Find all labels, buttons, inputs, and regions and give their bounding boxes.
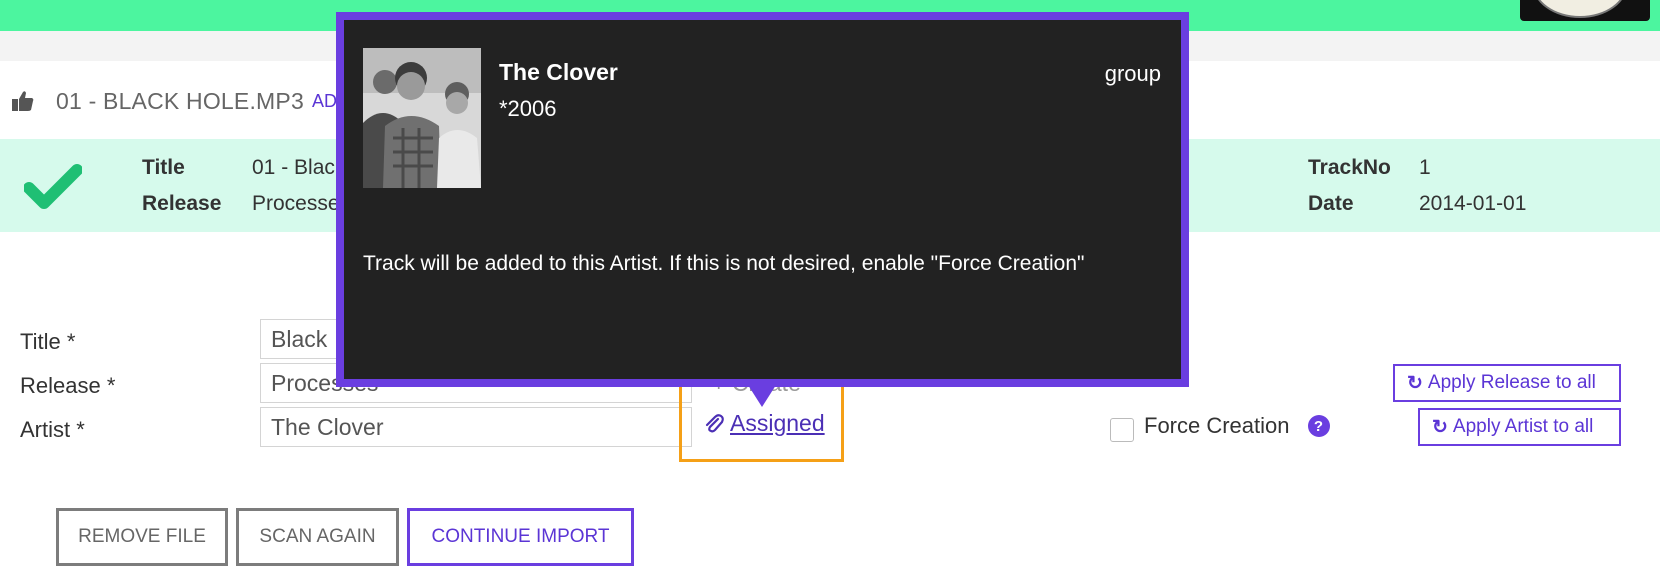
vinyl-logo[interactable] bbox=[1520, 0, 1650, 21]
file-header: 01 - BLACK HOLE.MP3 ADM bbox=[10, 86, 352, 116]
apply-artist-button[interactable]: ↻ Apply Artist to all bbox=[1418, 408, 1621, 446]
popover-artist-name: The Clover bbox=[499, 59, 618, 85]
remove-file-button[interactable]: REMOVE FILE bbox=[56, 508, 228, 566]
title-field-label: Title * bbox=[20, 329, 76, 354]
meta-release-label: Release bbox=[142, 192, 222, 215]
popover-arrow bbox=[748, 385, 776, 407]
check-icon bbox=[24, 164, 82, 209]
force-creation-label: Force Creation bbox=[1144, 413, 1290, 438]
artist-photo bbox=[363, 48, 481, 188]
meta-date-label: Date bbox=[1308, 192, 1354, 215]
artist-input[interactable] bbox=[260, 407, 692, 447]
popover-artist-years: *2006 bbox=[499, 96, 557, 121]
force-creation-checkbox[interactable] bbox=[1110, 418, 1134, 442]
meta-trackno-value: 1 bbox=[1419, 156, 1431, 179]
meta-release-value: Processe bbox=[252, 192, 340, 215]
popover-message: Track will be added to this Artist. If t… bbox=[363, 252, 1085, 275]
meta-title-value: 01 - Blac bbox=[252, 156, 335, 179]
thumbs-up-icon bbox=[12, 91, 34, 111]
artist-field-label: Artist * bbox=[20, 417, 85, 442]
refresh-icon: ↻ bbox=[1432, 416, 1448, 438]
refresh-icon: ↻ bbox=[1407, 372, 1423, 394]
continue-import-button[interactable]: CONTINUE IMPORT bbox=[407, 508, 634, 566]
force-creation-control: Force Creation ? bbox=[1110, 410, 1330, 442]
file-name: 01 - BLACK HOLE.MP3 bbox=[56, 87, 304, 114]
release-field-label: Release * bbox=[20, 373, 116, 398]
artist-popover: The Clover *2006 group Track will be add… bbox=[336, 12, 1189, 387]
meta-title-label: Title bbox=[142, 156, 185, 179]
scan-again-button[interactable]: SCAN AGAIN bbox=[236, 508, 399, 566]
apply-release-button[interactable]: ↻ Apply Release to all bbox=[1393, 364, 1621, 402]
question-circle-icon[interactable]: ? bbox=[1307, 415, 1330, 437]
apply-artist-label: Apply Artist to all bbox=[1452, 416, 1594, 437]
popover-artist-type: group bbox=[1104, 61, 1161, 86]
apply-release-label: Apply Release to all bbox=[1427, 372, 1596, 393]
meta-date-value: 2014-01-01 bbox=[1419, 192, 1527, 215]
meta-trackno-label: TrackNo bbox=[1308, 156, 1391, 179]
